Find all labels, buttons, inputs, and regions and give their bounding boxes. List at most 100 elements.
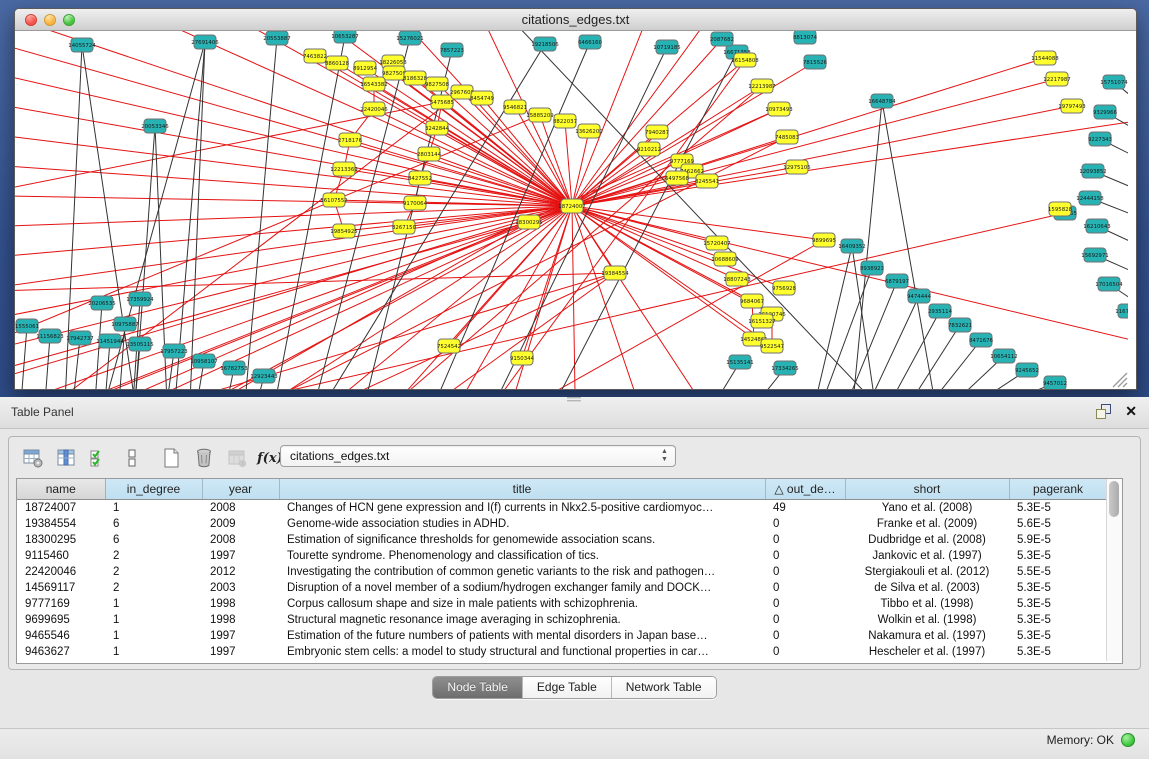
table-row[interactable]: 911546021997Tourette syndrome. Phenomeno… <box>17 548 1107 564</box>
network-node[interactable]: 16154808 <box>731 53 759 67</box>
network-node[interactable]: 7485083 <box>775 130 799 144</box>
table-cell[interactable]: Jankovic et al. (1997) <box>845 548 1009 564</box>
table-row[interactable]: 1830029562008Estimation of significance … <box>17 532 1107 548</box>
table-cell[interactable]: 0 <box>765 548 845 564</box>
table-cell[interactable]: Franke et al. (2009) <box>845 516 1009 532</box>
table-select-dropdown[interactable]: citations_edges.txt ▲▼ <box>280 445 676 467</box>
network-node[interactable]: 9546821 <box>503 100 527 114</box>
table-cell[interactable]: 6 <box>105 532 202 548</box>
network-node[interactable]: 9457012 <box>1043 376 1067 389</box>
table-cell[interactable]: Investigating the contribution of common… <box>279 564 765 580</box>
table-options-button[interactable] <box>21 446 45 470</box>
network-node[interactable]: 12975105 <box>783 160 810 174</box>
network-node[interactable]: 9150344 <box>510 351 535 365</box>
network-node[interactable]: 9245652 <box>1015 363 1039 377</box>
table-cell[interactable]: 5.9E-5 <box>1009 532 1107 548</box>
network-node[interactable]: 16543382 <box>360 77 387 91</box>
table-row[interactable]: 1938455462009Genome-wide association stu… <box>17 516 1107 532</box>
column-header-short[interactable]: short <box>845 479 1009 500</box>
column-header-in_degree[interactable]: in_degree <box>105 479 202 500</box>
network-node[interactable]: 18807243 <box>723 272 750 286</box>
table-cell[interactable]: Nakamura et al. (1997) <box>845 628 1009 644</box>
table-row[interactable]: 969969511998Structural magnetic resonanc… <box>17 612 1107 628</box>
network-node[interactable]: 8427552 <box>408 171 432 185</box>
table-cell[interactable]: 9699695 <box>17 612 105 628</box>
network-node[interactable]: 11156823 <box>36 329 63 343</box>
network-node[interactable]: 7815526 <box>803 55 828 69</box>
table-cell[interactable]: 2003 <box>202 580 279 596</box>
network-node[interactable]: 2718176 <box>338 133 363 147</box>
new-file-button[interactable] <box>159 446 183 470</box>
network-node[interactable]: 1555061 <box>15 319 39 333</box>
network-node[interactable]: 12213369 <box>330 162 358 176</box>
table-row[interactable]: 977716911998Corpus callosum shape and si… <box>17 596 1107 612</box>
network-node[interactable]: 15276021 <box>396 31 423 45</box>
network-node[interactable]: 14055724 <box>68 38 96 52</box>
network-node[interactable]: 2087682 <box>710 32 734 46</box>
network-node[interactable]: 8186328 <box>403 71 428 85</box>
table-cell[interactable]: 14569117 <box>17 580 105 596</box>
network-node[interactable]: 9899695 <box>812 233 836 247</box>
table-cell[interactable]: 1 <box>105 500 202 517</box>
table-cell[interactable]: 9463627 <box>17 644 105 660</box>
network-node[interactable]: 20206535 <box>88 296 115 310</box>
table-cell[interactable]: 5.6E-5 <box>1009 516 1107 532</box>
table-cell[interactable]: Yano et al. (2008) <box>845 500 1009 517</box>
network-node[interactable]: 9827508 <box>425 77 450 91</box>
table-cell[interactable]: 2 <box>105 564 202 580</box>
network-node[interactable]: 8860128 <box>325 56 350 70</box>
table-cell[interactable]: Tibbo et al. (1998) <box>845 596 1009 612</box>
table-cell[interactable]: 1998 <box>202 612 279 628</box>
network-window-titlebar[interactable]: citations_edges.txt <box>15 9 1136 31</box>
network-node[interactable]: 12093852 <box>1079 164 1106 178</box>
scrollbar-thumb[interactable] <box>1109 481 1119 517</box>
table-cell[interactable]: 2 <box>105 548 202 564</box>
network-node[interactable]: 6466160 <box>578 35 603 49</box>
table-cell[interactable]: Genome-wide association studies in ADHD. <box>279 516 765 532</box>
network-node[interactable]: 8822037 <box>553 114 577 128</box>
network-node[interactable]: 3242844 <box>425 121 450 135</box>
network-node[interactable]: 8267150 <box>392 220 417 234</box>
network-node[interactable]: 9227343 <box>1088 132 1112 146</box>
network-node[interactable]: 17334265 <box>771 361 798 375</box>
table-cell[interactable]: 2 <box>105 580 202 596</box>
table-header-row[interactable]: namein_degreeyeartitle△ out_de…shortpage… <box>17 479 1107 500</box>
network-node[interactable]: 19854925 <box>330 224 357 238</box>
window-resize-grip[interactable] <box>1113 373 1127 387</box>
table-cell[interactable]: 0 <box>765 532 845 548</box>
column-header-title[interactable]: title <box>279 479 765 500</box>
network-node[interactable]: 9684067 <box>740 294 764 308</box>
table-row[interactable]: 1872400712008Changes of HCN gene express… <box>17 500 1107 517</box>
table-cell[interactable]: 1997 <box>202 548 279 564</box>
table-cell[interactable]: Corpus callosum shape and size in male p… <box>279 596 765 612</box>
table-cell[interactable]: 19384554 <box>17 516 105 532</box>
network-node[interactable]: 10973493 <box>765 102 792 116</box>
network-node[interactable]: 7524542 <box>437 339 461 353</box>
network-node[interactable]: 17016504 <box>1095 277 1123 291</box>
network-node[interactable]: 15692971 <box>1081 248 1108 262</box>
table-cell[interactable]: 1 <box>105 596 202 612</box>
node-table-grid[interactable]: namein_degreeyeartitle△ out_de…shortpage… <box>17 479 1108 660</box>
network-node[interactable]: 9210212 <box>637 142 661 156</box>
network-node[interactable]: 17942737 <box>66 331 93 345</box>
table-cell[interactable]: 1 <box>105 644 202 660</box>
table-cell[interactable]: 5.5E-5 <box>1009 564 1107 580</box>
table-cell[interactable]: 0 <box>765 644 845 660</box>
network-node[interactable]: 12217987 <box>1043 72 1070 86</box>
network-node[interactable]: 2803144 <box>417 147 442 161</box>
table-row[interactable]: 946554611997Estimation of the future num… <box>17 628 1107 644</box>
memory-status-indicator-icon[interactable] <box>1121 733 1135 747</box>
table-cell[interactable]: 0 <box>765 628 845 644</box>
table-cell[interactable]: 5.3E-5 <box>1009 596 1107 612</box>
column-checklist-button[interactable] <box>87 446 111 470</box>
table-scrollbar[interactable] <box>1106 479 1122 661</box>
network-node[interactable]: 6879197 <box>885 274 909 288</box>
network-node[interactable]: 13626200 <box>575 124 603 138</box>
column-header-name[interactable]: name <box>17 479 105 500</box>
column-header-out_de[interactable]: △ out_de… <box>765 479 845 500</box>
network-node[interactable]: 9522547 <box>760 339 784 353</box>
network-node[interactable]: 8938923 <box>860 261 884 275</box>
table-cell[interactable]: 1997 <box>202 644 279 660</box>
table-cell[interactable]: Wolkin et al. (1998) <box>845 612 1009 628</box>
network-node[interactable]: 10719185 <box>653 40 680 54</box>
